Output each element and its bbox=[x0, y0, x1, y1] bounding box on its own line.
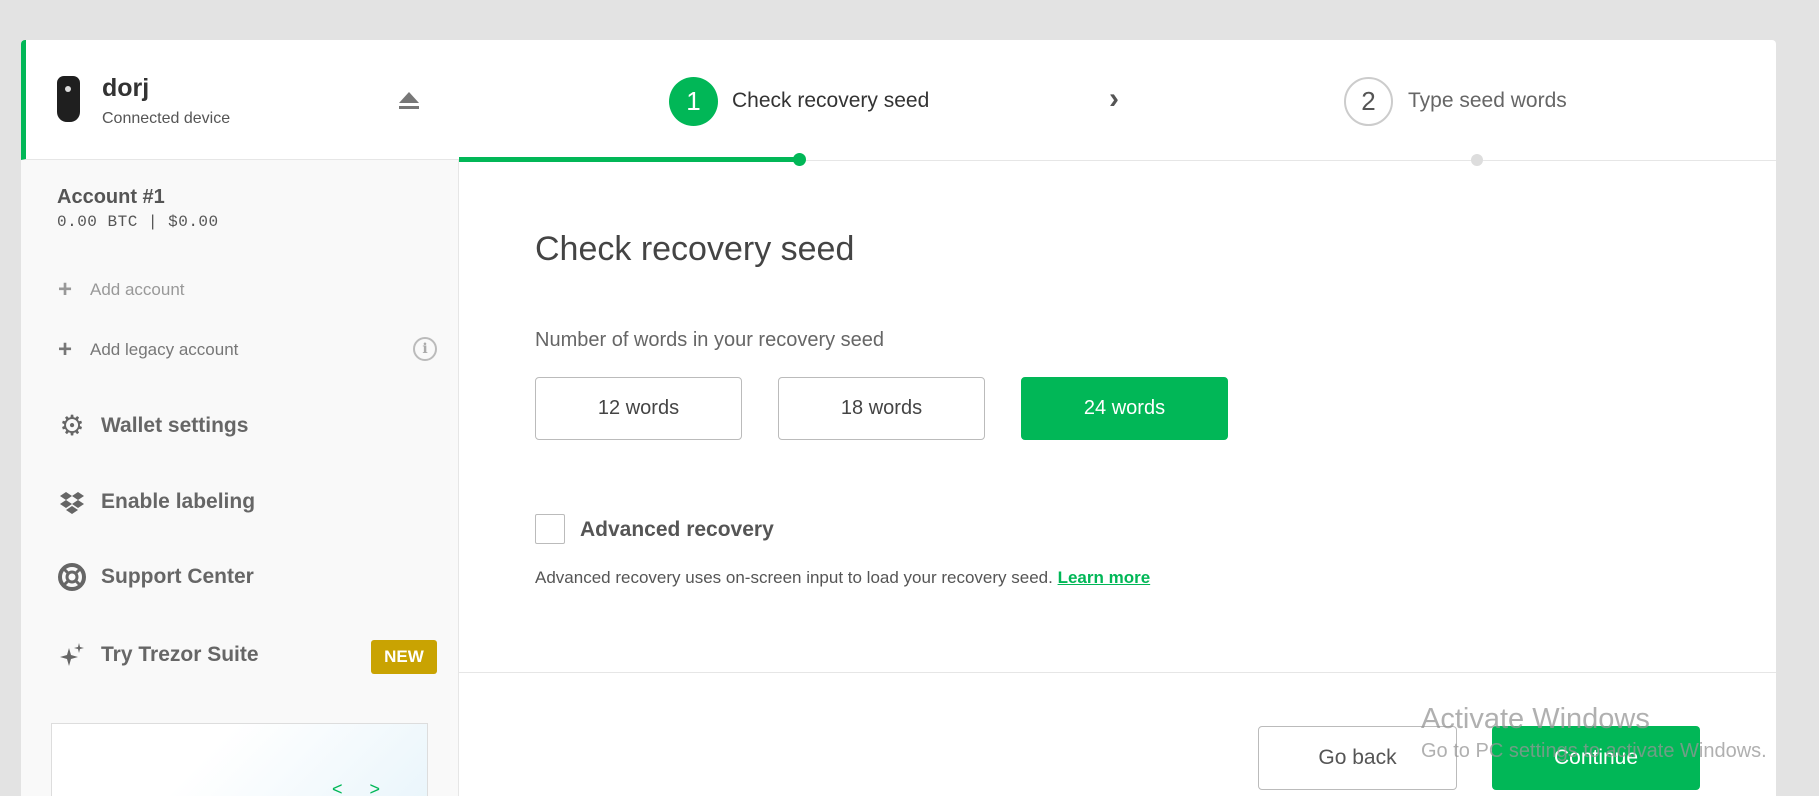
device-status: Connected device bbox=[102, 110, 231, 127]
dropbox-icon bbox=[57, 487, 87, 517]
gear-icon: ⚙ bbox=[59, 410, 85, 441]
promo-navigation: < > bbox=[332, 779, 402, 796]
step-2-label: Type seed words bbox=[1408, 89, 1567, 112]
step-1-label: Check recovery seed bbox=[732, 89, 930, 112]
promo-next-button[interactable]: > bbox=[370, 779, 381, 796]
menu-item-label: Enable labeling bbox=[101, 490, 256, 513]
stepper: 1 Check recovery seed › 2 Type seed word… bbox=[459, 40, 1776, 166]
add-legacy-account-button[interactable]: + Add legacy account bbox=[58, 338, 238, 362]
plus-icon: + bbox=[58, 276, 73, 303]
device-header[interactable]: dorj Connected device bbox=[21, 40, 459, 160]
learn-more-link[interactable]: Learn more bbox=[1058, 568, 1151, 587]
step-2-number: 2 bbox=[1344, 77, 1393, 126]
footer-divider bbox=[459, 672, 1776, 673]
add-legacy-account-label: Add legacy account bbox=[90, 340, 239, 359]
add-account-button[interactable]: + Add account bbox=[58, 278, 185, 302]
menu-item-support-center[interactable]: Support Center bbox=[57, 562, 254, 592]
page-title: Check recovery seed bbox=[535, 230, 855, 268]
18-words-button[interactable]: 18 words bbox=[778, 377, 985, 440]
advanced-recovery-checkbox[interactable] bbox=[535, 514, 565, 544]
sparkle-icon bbox=[57, 640, 87, 670]
12-words-button[interactable]: 12 words bbox=[535, 377, 742, 440]
progress-dot-inactive bbox=[1471, 154, 1483, 166]
progress-dot-active bbox=[793, 153, 806, 166]
menu-item-enable-labeling[interactable]: Enable labeling bbox=[57, 487, 255, 517]
words-count-label: Number of words in your recovery seed bbox=[535, 329, 885, 351]
promo-banner[interactable]: < > bbox=[51, 723, 428, 796]
plus-icon: + bbox=[58, 336, 73, 363]
progress-bar bbox=[459, 157, 799, 162]
advanced-recovery-description: Advanced recovery uses on-screen input t… bbox=[535, 568, 1150, 588]
advanced-recovery-label[interactable]: Advanced recovery bbox=[580, 518, 774, 542]
promo-prev-button[interactable]: < bbox=[332, 779, 343, 796]
menu-item-try-trezor-suite[interactable]: Try Trezor Suite bbox=[57, 640, 259, 670]
menu-item-label: Support Center bbox=[101, 565, 254, 588]
main-content: 1 Check recovery seed › 2 Type seed word… bbox=[459, 40, 1776, 796]
info-icon[interactable]: i bbox=[413, 337, 437, 361]
app-window: dorj Connected device Account #1 0.00 BT… bbox=[21, 40, 1776, 796]
advanced-description-text: Advanced recovery uses on-screen input t… bbox=[535, 568, 1053, 587]
step-1-number: 1 bbox=[669, 77, 718, 126]
sidebar: dorj Connected device Account #1 0.00 BT… bbox=[21, 40, 459, 796]
menu-item-wallet-settings[interactable]: ⚙ Wallet settings bbox=[57, 411, 248, 441]
menu-item-label: Wallet settings bbox=[101, 414, 249, 437]
account-balance: 0.00 BTC | $0.00 bbox=[57, 213, 219, 231]
eject-icon[interactable] bbox=[397, 92, 421, 114]
account-name: Account #1 bbox=[57, 186, 165, 208]
new-badge: NEW bbox=[371, 640, 437, 674]
lifebuoy-icon bbox=[57, 562, 87, 592]
go-back-button[interactable]: Go back bbox=[1258, 726, 1457, 790]
trezor-device-icon bbox=[57, 76, 80, 122]
menu-item-label: Try Trezor Suite bbox=[101, 643, 259, 666]
chevron-right-icon: › bbox=[1109, 82, 1119, 115]
account-item[interactable]: Account #1 0.00 BTC | $0.00 bbox=[57, 186, 219, 231]
continue-button[interactable]: Continue bbox=[1492, 726, 1700, 790]
24-words-button[interactable]: 24 words bbox=[1021, 377, 1228, 440]
add-account-label: Add account bbox=[90, 280, 185, 299]
device-name: dorj bbox=[102, 74, 150, 102]
